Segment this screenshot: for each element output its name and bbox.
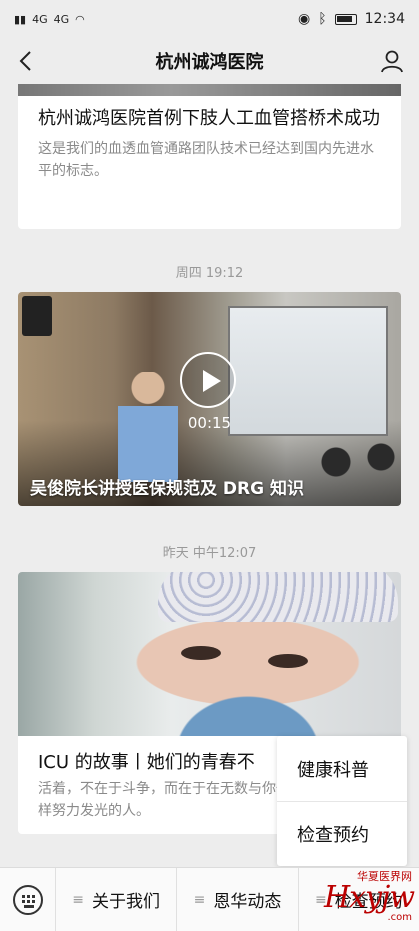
video-duration: 00:15	[187, 414, 232, 432]
eye-right	[268, 654, 308, 668]
bluetooth-icon: ᛒ	[318, 11, 327, 27]
keyboard-switch-button[interactable]	[0, 867, 56, 931]
status-time: 12:34	[364, 11, 405, 27]
watermark-logo: 华夏医界网 Hxyjw .com	[318, 866, 418, 926]
eye-icon: ◉	[298, 11, 311, 27]
keyboard-icon	[12, 884, 43, 915]
page-title: 杭州诚鸿医院	[155, 52, 264, 73]
article-1-image-strip	[18, 84, 401, 96]
watermark-en: Hxyjw	[323, 880, 415, 915]
status-left: ▮▮ 4G 4G ◠	[14, 13, 85, 26]
menu-about-us-label: 关于我们	[92, 892, 161, 912]
video-card[interactable]: 00:15 吴俊院长讲授医保规范及 DRG 知识	[18, 292, 401, 506]
status-bar: ▮▮ 4G 4G ◠ ◉ ᛒ 12:34	[0, 0, 419, 38]
article-2-cover-image	[18, 572, 401, 736]
back-arrow-icon[interactable]	[14, 48, 40, 74]
user-icon[interactable]	[379, 48, 405, 74]
menu-lines-icon: ≡	[193, 891, 206, 908]
submenu-item-health[interactable]: 健康科普	[277, 736, 407, 801]
video-title[interactable]: 吴俊院长讲授医保规范及 DRG 知识	[30, 474, 304, 499]
timestamp-2: 昨天 中午12:07	[162, 546, 257, 561]
article-2-desc: 活着，不在于斗争，而在于在无数与你一样努力发光的人。	[38, 781, 290, 819]
eye-left	[181, 646, 221, 660]
article-2-title[interactable]: ICU 的故事丨她们的青春不	[38, 748, 255, 774]
menu-news[interactable]: ≡ 恩华动态	[177, 867, 299, 931]
menu-news-label: 恩华动态	[213, 892, 282, 912]
wifi-icon: ◠	[75, 12, 85, 26]
status-right: ◉ ᛒ 12:34	[298, 11, 405, 27]
network-type-1: 4G	[32, 12, 48, 26]
article-1-title[interactable]: 杭州诚鸿医院首例下肢人工血管搭桥术成功	[18, 96, 401, 132]
submenu-item-appointment[interactable]: 检查预约	[277, 801, 407, 866]
audience-figures	[318, 442, 401, 492]
signal-icon: ▮▮	[14, 12, 27, 26]
nurse-cap	[158, 572, 398, 622]
menu-about-us[interactable]: ≡ 关于我们	[56, 867, 178, 931]
submenu-popup: 健康科普 检查预约	[277, 736, 407, 866]
speaker-object	[22, 296, 52, 336]
nav-bar: 杭州诚鸿医院	[0, 38, 419, 84]
article-card-1[interactable]: 杭州诚鸿医院首例下肢人工血管搭桥术成功 这是我们的血透血管通路团队技术已经达到国…	[18, 84, 401, 229]
watermark-com: .com	[387, 912, 412, 923]
article-1-desc: 这是我们的血透血管通路团队技术已经达到国内先进水平的标志。	[38, 141, 374, 179]
play-icon[interactable]	[180, 352, 236, 408]
timestamp-1: 周四 19:12	[175, 266, 244, 281]
menu-lines-icon: ≡	[72, 891, 85, 908]
network-type-2: 4G	[53, 12, 70, 26]
battery-icon	[334, 13, 357, 25]
